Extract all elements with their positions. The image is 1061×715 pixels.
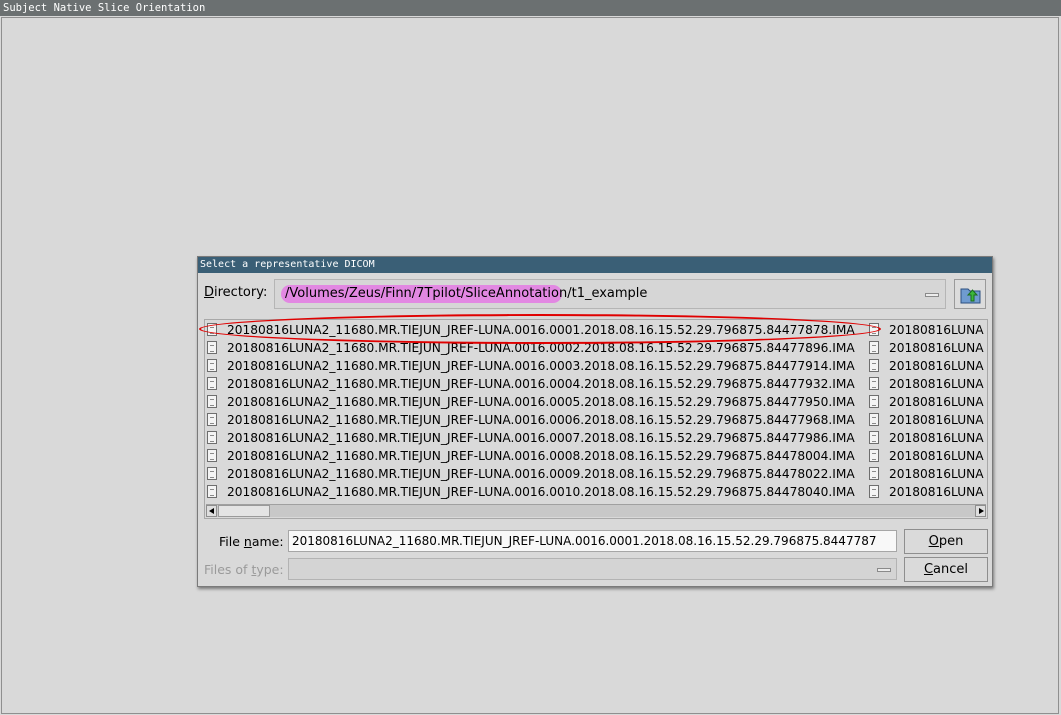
file-icon xyxy=(207,395,217,408)
files-of-type-label: Files of type: xyxy=(204,562,284,577)
up-folder-button[interactable] xyxy=(954,279,986,309)
scroll-left-arrow-icon[interactable] xyxy=(206,505,217,517)
directory-label-mnemonic: D xyxy=(204,285,215,300)
file-icon xyxy=(207,323,217,336)
scroll-right-arrow-icon[interactable] xyxy=(975,505,986,517)
file-icon xyxy=(869,395,879,408)
file-name: 20180816LUNA xyxy=(889,395,984,409)
file-icon xyxy=(869,413,879,426)
file-name: 20180816LUNA2_11680.MR.TIEJUN_JREF-LUNA.… xyxy=(227,395,855,409)
file-name-input[interactable] xyxy=(288,530,897,552)
file-name: 20180816LUNA2_11680.MR.TIEJUN_JREF-LUNA.… xyxy=(227,431,855,445)
file-name: 20180816LUNA xyxy=(889,449,984,463)
file-name: 20180816LUNA2_11680.MR.TIEJUN_JREF-LUNA.… xyxy=(227,359,855,373)
file-icon xyxy=(207,359,217,372)
window-title-bar: Subject Native Slice Orientation xyxy=(0,0,1061,16)
file-icon xyxy=(207,431,217,444)
file-name: 20180816LUNA2_11680.MR.TIEJUN_JREF-LUNA.… xyxy=(227,449,855,463)
file-icon xyxy=(869,341,879,354)
file-name: 20180816LUNA xyxy=(889,341,984,355)
file-icon xyxy=(869,485,879,498)
cancel-button-mnemonic: C xyxy=(923,562,934,577)
file-name: 20180816LUNA xyxy=(889,413,984,427)
file-chooser-dialog: Select a representative DICOM Directory:… xyxy=(197,256,993,587)
combo-dropdown-icon[interactable] xyxy=(877,568,891,572)
cancel-button[interactable]: Cancel xyxy=(904,557,988,582)
file-name: 20180816LUNA2_11680.MR.TIEJUN_JREF-LUNA.… xyxy=(227,413,855,427)
file-name: 20180816LUNA xyxy=(889,431,984,445)
file-icon xyxy=(869,431,879,444)
directory-label: Directory: xyxy=(204,285,267,300)
file-name: 20180816LUNA2_11680.MR.TIEJUN_JREF-LUNA.… xyxy=(227,377,855,391)
files-of-type-label-post: ype: xyxy=(256,562,284,577)
file-icon xyxy=(869,377,879,390)
file-icon xyxy=(869,449,879,462)
directory-label-text: irectory: xyxy=(214,285,268,300)
window-title: Subject Native Slice Orientation xyxy=(3,2,206,14)
file-name-label-pre: File xyxy=(219,534,244,549)
file-icon xyxy=(207,467,217,480)
file-name: 20180816LUNA xyxy=(889,377,984,391)
file-icon xyxy=(207,413,217,426)
horizontal-scrollbar[interactable] xyxy=(206,504,986,517)
file-name: 20180816LUNA2_11680.MR.TIEJUN_JREF-LUNA.… xyxy=(227,485,855,499)
file-name: 20180816LUNA xyxy=(889,359,984,373)
file-icon xyxy=(869,359,879,372)
open-button[interactable]: Open xyxy=(904,529,988,554)
file-name: 20180816LUNA xyxy=(889,323,984,337)
cancel-button-label: ancel xyxy=(933,562,969,577)
open-button-mnemonic: O xyxy=(928,534,939,549)
directory-path: /Volumes/Zeus/Finn/7Tpilot/SliceAnnotati… xyxy=(285,286,648,301)
file-name-label: File name: xyxy=(219,534,284,549)
file-icon xyxy=(207,449,217,462)
files-of-type-combo[interactable] xyxy=(288,558,897,580)
file-icon xyxy=(207,341,217,354)
directory-combo[interactable]: /Volumes/Zeus/Finn/7Tpilot/SliceAnnotati… xyxy=(274,279,946,309)
file-name: 20180816LUNA xyxy=(889,485,984,499)
file-list[interactable]: 20180816LUNA2_11680.MR.TIEJUN_JREF-LUNA.… xyxy=(204,319,988,519)
file-icon xyxy=(207,485,217,498)
file-name: 20180816LUNA2_11680.MR.TIEJUN_JREF-LUNA.… xyxy=(227,323,855,337)
file-name: 20180816LUNA xyxy=(889,467,984,481)
scrollbar-thumb[interactable] xyxy=(218,505,270,517)
file-name: 20180816LUNA2_11680.MR.TIEJUN_JREF-LUNA.… xyxy=(227,467,855,481)
file-name: 20180816LUNA2_11680.MR.TIEJUN_JREF-LUNA.… xyxy=(227,341,855,355)
open-button-label: pen xyxy=(938,534,964,549)
folder-up-icon xyxy=(960,288,981,304)
file-name-label-mnemonic: n xyxy=(243,534,252,549)
file-name-label-post: ame: xyxy=(251,534,284,549)
combo-dropdown-icon[interactable] xyxy=(925,293,939,297)
file-icon xyxy=(869,323,879,336)
files-of-type-label-pre: Files of xyxy=(204,562,252,577)
file-icon xyxy=(869,467,879,480)
file-icon xyxy=(207,377,217,390)
dialog-title: Select a representative DICOM xyxy=(200,259,375,270)
dialog-title-bar[interactable]: Select a representative DICOM xyxy=(198,257,992,273)
